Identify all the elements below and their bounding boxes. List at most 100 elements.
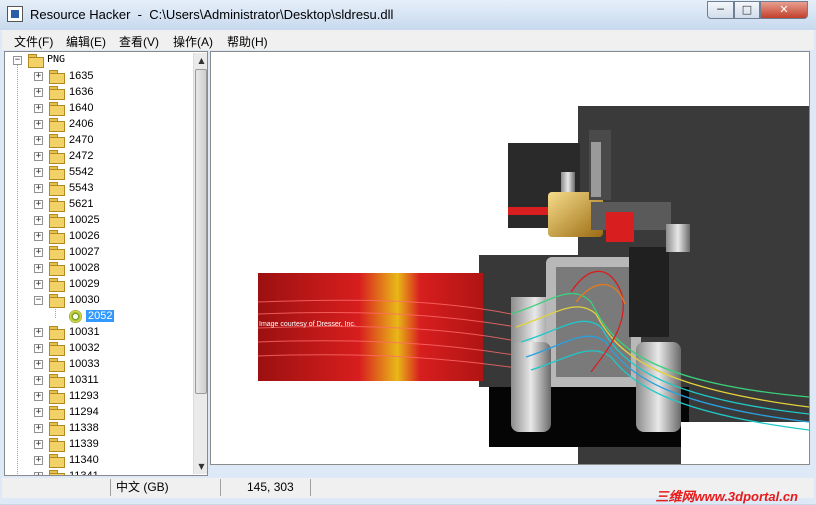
expand-icon[interactable]: + xyxy=(34,168,43,177)
scroll-thumb[interactable] xyxy=(195,69,207,394)
expand-icon[interactable]: + xyxy=(34,264,43,273)
tree-node[interactable]: +11293 xyxy=(5,389,191,405)
folder-icon xyxy=(49,454,65,468)
tree-node-label: 10027 xyxy=(69,246,100,258)
resource-tree[interactable]: − PNG +1635 +1636 +1640 +2406 +2470 +2472 +554… xyxy=(4,51,208,476)
resource-hacker-window: Resource Hacker - C:\Users\Administrator… xyxy=(0,0,816,504)
scroll-up-arrow-icon[interactable]: ▲ xyxy=(194,53,207,68)
minimize-button[interactable]: ─ xyxy=(707,1,734,19)
tree-node[interactable]: +10029 xyxy=(5,277,191,293)
expand-icon[interactable]: + xyxy=(34,456,43,465)
tree-node-label: 11293 xyxy=(69,390,99,402)
tree-node[interactable]: +2472 xyxy=(5,149,191,165)
expand-icon[interactable]: + xyxy=(34,472,43,475)
tree-node[interactable]: +10033 xyxy=(5,357,191,373)
expand-icon[interactable]: + xyxy=(34,136,43,145)
expand-icon[interactable]: + xyxy=(34,72,43,81)
maximize-button[interactable]: □ xyxy=(734,1,760,19)
status-language: 中文 (GB) xyxy=(110,479,218,496)
tree-root-label: PNG xyxy=(47,54,66,65)
expand-icon[interactable]: + xyxy=(34,152,43,161)
tree-node[interactable]: +11341 xyxy=(5,469,191,475)
tree-node-label: 10028 xyxy=(69,262,100,274)
folder-icon xyxy=(49,278,65,292)
tree-node-label: 10033 xyxy=(69,358,100,370)
expand-icon[interactable]: + xyxy=(34,440,43,449)
tree-node[interactable]: +10026 xyxy=(5,229,191,245)
folder-icon xyxy=(49,422,65,436)
tree-node[interactable]: +11338 xyxy=(5,421,191,437)
expand-icon[interactable]: + xyxy=(34,216,43,225)
tree-node[interactable]: +11294 xyxy=(5,405,191,421)
expand-icon[interactable]: + xyxy=(34,248,43,257)
tree-node[interactable]: +5542 xyxy=(5,165,191,181)
expand-icon[interactable]: + xyxy=(34,120,43,129)
tree-node[interactable]: +5543 xyxy=(5,181,191,197)
folder-icon xyxy=(49,246,65,260)
expand-icon[interactable]: + xyxy=(34,104,43,113)
menu-action[interactable]: 操作(A) xyxy=(173,33,213,50)
tree-node-label: 1640 xyxy=(69,102,94,114)
expand-icon[interactable]: + xyxy=(34,328,43,337)
tree-node-label: 2472 xyxy=(69,150,94,162)
menu-file[interactable]: 文件(F) xyxy=(14,33,53,50)
tree-leaf-selected[interactable]: 2052 xyxy=(5,309,191,325)
expand-icon[interactable]: + xyxy=(34,424,43,433)
folder-icon xyxy=(49,150,65,164)
tree-node[interactable]: +10032 xyxy=(5,341,191,357)
close-button[interactable]: ✕ xyxy=(760,1,808,19)
tree-node-label: 1635 xyxy=(69,70,94,82)
folder-icon xyxy=(49,70,65,84)
tree-root-png[interactable]: − PNG xyxy=(5,53,191,69)
tree-node[interactable]: +10031 xyxy=(5,325,191,341)
valve-flow-image: Image courtesy of Dresser, Inc. xyxy=(257,106,809,464)
tree-node[interactable]: +5621 xyxy=(5,197,191,213)
menu-edit[interactable]: 编辑(E) xyxy=(66,33,106,50)
tree-node[interactable]: +1640 xyxy=(5,101,191,117)
scroll-down-arrow-icon[interactable]: ▼ xyxy=(194,459,207,474)
tree-node[interactable]: +2470 xyxy=(5,133,191,149)
tree-node-label: 2406 xyxy=(69,118,94,130)
site-watermark: 三维网www.3dportal.cn xyxy=(655,489,798,504)
expand-icon[interactable]: + xyxy=(34,392,43,401)
expand-icon[interactable]: + xyxy=(34,344,43,353)
resource-preview-pane: Image courtesy of Dresser, Inc. xyxy=(210,51,810,465)
tree-node[interactable]: +10028 xyxy=(5,261,191,277)
folder-icon xyxy=(49,438,65,452)
menu-view[interactable]: 查看(V) xyxy=(119,33,159,50)
tree-node[interactable]: +10027 xyxy=(5,245,191,261)
expand-icon[interactable]: + xyxy=(34,232,43,241)
menu-bar: 文件(F) 编辑(E) 查看(V) 操作(A) 帮助(H) xyxy=(2,30,814,50)
expand-icon[interactable]: + xyxy=(34,376,43,385)
title-bar[interactable]: Resource Hacker - C:\Users\Administrator… xyxy=(0,0,816,30)
tree-node[interactable]: +1636 xyxy=(5,85,191,101)
expand-icon[interactable]: + xyxy=(34,88,43,97)
folder-icon xyxy=(49,470,65,475)
tree-node[interactable]: +10025 xyxy=(5,213,191,229)
folder-icon xyxy=(49,118,65,132)
folder-icon xyxy=(49,102,65,116)
collapse-icon[interactable]: − xyxy=(13,56,22,65)
tree-node-label: 11294 xyxy=(69,406,99,418)
folder-icon xyxy=(49,294,65,308)
expand-icon[interactable]: + xyxy=(34,200,43,209)
tree-node[interactable]: +2406 xyxy=(5,117,191,133)
expand-icon[interactable]: + xyxy=(34,408,43,417)
expand-icon[interactable]: + xyxy=(34,184,43,193)
menu-help[interactable]: 帮助(H) xyxy=(227,33,268,50)
tree-node[interactable]: +11340 xyxy=(5,453,191,469)
tree-node[interactable]: − 10030 xyxy=(5,293,191,309)
status-empty-cell xyxy=(310,479,380,496)
tree-node[interactable]: +1635 xyxy=(5,69,191,85)
tree-scrollbar[interactable]: ▲ ▼ xyxy=(193,53,207,474)
expand-icon[interactable]: + xyxy=(34,280,43,289)
expand-icon[interactable]: + xyxy=(34,360,43,369)
tree-node[interactable]: +10311 xyxy=(5,373,191,389)
collapse-icon[interactable]: − xyxy=(34,296,43,305)
tree-node[interactable]: +11339 xyxy=(5,437,191,453)
tree-node-label: 10030 xyxy=(69,294,100,306)
folder-icon xyxy=(49,342,65,356)
folder-icon xyxy=(49,374,65,388)
status-coordinates: 145, 303 xyxy=(220,479,310,496)
image-caption-text: Image courtesy of Dresser, Inc. xyxy=(259,321,356,328)
